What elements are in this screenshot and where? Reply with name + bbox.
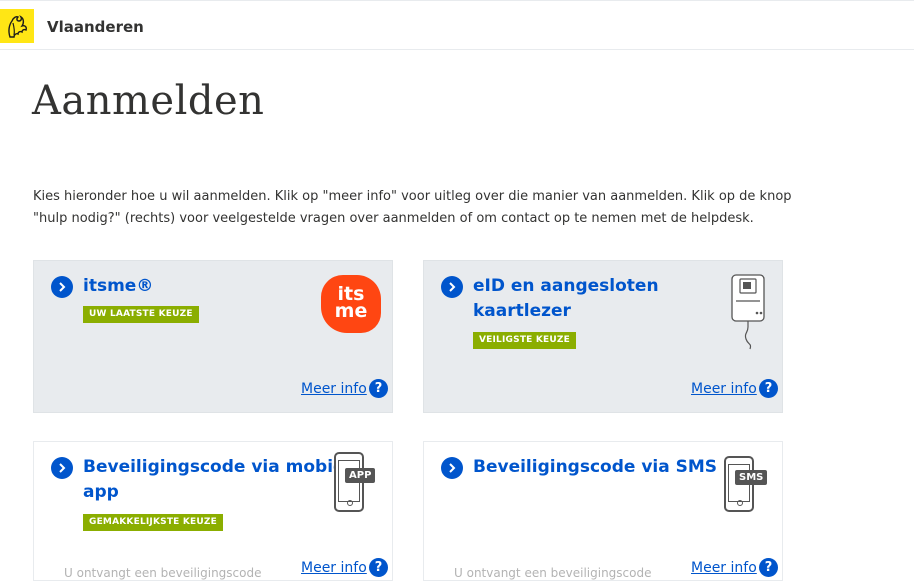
meer-info-link[interactable]: Meer info [301,381,367,397]
question-icon[interactable]: ? [759,558,778,577]
chevron-right-icon [441,457,463,479]
meer-info-link[interactable]: Meer info [301,560,367,576]
sms-label: SMS [735,470,768,485]
chevron-right-icon [441,276,463,298]
login-option-mobile-app[interactable]: Beveiligingscode via mobiele app GEMAKKE… [33,441,393,581]
itsme-logo-text-2: me [334,300,368,322]
question-icon[interactable]: ? [369,379,388,398]
option-title[interactable]: itsme® [83,274,153,299]
meer-info-link[interactable]: Meer info [691,560,757,576]
intro-text: Kies hieronder hoe u wil aanmelden. Klik… [33,189,792,226]
question-icon[interactable]: ? [369,558,388,577]
login-option-sms[interactable]: Beveiligingscode via SMS SMS U ontvangt … [423,441,783,581]
login-option-itsme[interactable]: itsme® UW LAATSTE KEUZE its me Meer info… [33,260,393,413]
top-bar: Vlaanderen [0,0,914,50]
card-reader-icon [731,274,765,350]
brand-name[interactable]: Vlaanderen [47,18,144,36]
badge-safest-choice: VEILIGSTE KEUZE [473,332,576,349]
badge-last-choice: UW LAATSTE KEUZE [83,306,199,323]
question-icon[interactable]: ? [759,379,778,398]
badge-easiest-choice: GEMAKKELIJKSTE KEUZE [83,514,223,531]
option-title-line2[interactable]: kaartlezer [473,299,571,324]
option-description: U ontvangt een beveiligingscode [64,566,262,580]
meer-info-link[interactable]: Meer info [691,381,757,397]
option-title-line2[interactable]: app [83,480,119,505]
login-option-eid[interactable]: eID en aangesloten kaartlezer VEILIGSTE … [423,260,783,413]
option-title-line1[interactable]: eID en aangesloten [473,274,659,299]
option-title[interactable]: Beveiligingscode via SMS [473,455,717,480]
page-title: Aanmelden [32,78,265,124]
flemish-lion-icon[interactable] [0,9,34,43]
itsme-logo: its me [321,275,381,333]
app-label: APP [345,468,376,483]
option-title-line1[interactable]: Beveiligingscode via mobiele [83,455,362,480]
chevron-right-icon [51,457,73,479]
chevron-right-icon [51,276,73,298]
option-description: U ontvangt een beveiligingscode [454,566,652,580]
